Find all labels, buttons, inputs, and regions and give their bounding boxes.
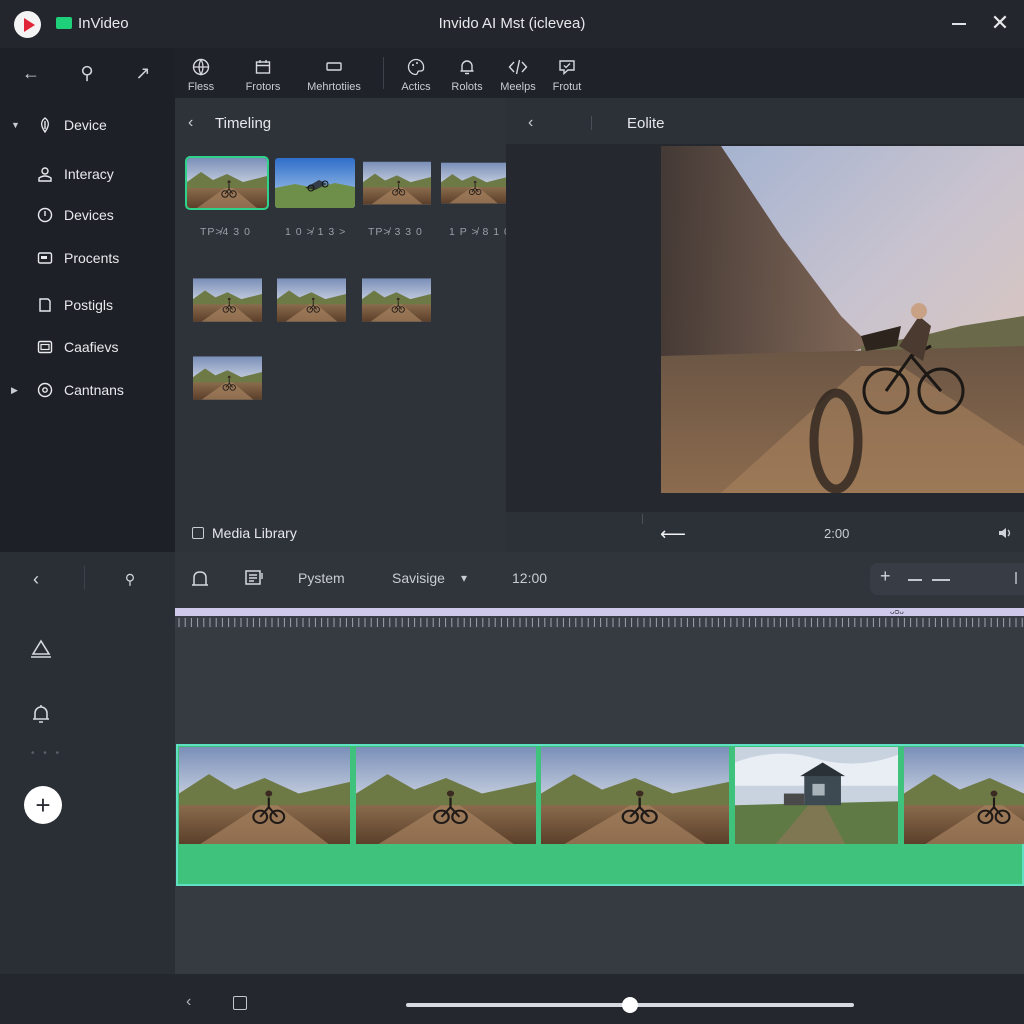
sidebar-item-devices[interactable]: Devices [0, 199, 175, 231]
bell-icon [457, 57, 477, 77]
sidebar-item-label: Cantnans [64, 382, 124, 398]
close-button[interactable]: ✕ [988, 11, 1012, 35]
nav-back-icon[interactable]: ← [16, 60, 46, 86]
settings-icon [36, 381, 54, 399]
lock-icon[interactable] [186, 564, 214, 592]
media-thumbnail[interactable] [362, 275, 431, 325]
code-icon [508, 57, 528, 77]
preview-controls [506, 512, 1024, 552]
timeline-clip[interactable] [904, 747, 1024, 844]
library-icon [192, 527, 204, 539]
media-library-label[interactable]: Media Library [212, 525, 297, 541]
zoom-fit-button[interactable] [932, 579, 950, 581]
media-thumbnail[interactable] [193, 275, 262, 325]
more-dots: • • • [31, 748, 63, 759]
sidebar-item-label: Postigls [64, 297, 114, 313]
thumbnail-caption: 1 0 ≯ 1 3 ˃ [285, 226, 347, 238]
rewind-button[interactable]: ⟵ [660, 524, 686, 545]
toolbar-meelps[interactable]: Meelps [497, 52, 539, 96]
caret-right-icon: ▶ [11, 384, 18, 395]
sidebar-item-label: Interacy [64, 166, 114, 182]
subtitles-icon[interactable] [240, 564, 268, 592]
sidebar-item-label: Devices [64, 207, 114, 223]
media-back-icon[interactable]: ‹ [188, 114, 193, 132]
toolbar-actics[interactable]: Actics [397, 52, 435, 96]
thumbnail-caption: 1 P ≯ 8 1 0 [449, 226, 511, 238]
card-icon [36, 249, 54, 267]
toolbar-mehrtotiies[interactable]: Mehrtotiies [302, 52, 366, 96]
timeline-clip[interactable] [356, 747, 536, 844]
caption-icon [36, 338, 54, 356]
sidebar-item-interacy[interactable]: Interacy [0, 158, 175, 190]
timeline-clip[interactable] [179, 747, 350, 844]
zoom-out-button[interactable] [908, 579, 922, 581]
pen-icon[interactable]: ⚲ [116, 565, 144, 593]
device-icon [36, 116, 54, 134]
media-panel-title: Timeling [215, 115, 272, 132]
user-icon [36, 165, 54, 183]
track-tools-panel [0, 552, 175, 974]
preview-divider [591, 116, 592, 130]
nav-search-icon[interactable]: ⚲ [72, 60, 102, 86]
bell-tool-icon[interactable] [27, 700, 55, 728]
tracks-back-icon[interactable]: ‹ [22, 565, 50, 593]
preview-header [506, 98, 1024, 144]
clock-icon [36, 206, 54, 224]
chevron-down-icon[interactable]: ▾ [461, 571, 467, 585]
caret-down-icon: ▼ [11, 120, 20, 130]
preview-tick [642, 514, 643, 524]
media-thumbnail[interactable] [277, 275, 346, 325]
sidebar-item-device[interactable]: ▼ Device [0, 109, 175, 141]
bottom-bar [0, 974, 1024, 1024]
tools-divider [84, 566, 85, 590]
toolbar-divider [383, 57, 384, 89]
toolbar-files[interactable]: Fless [183, 52, 219, 96]
calendar-icon [253, 57, 273, 77]
timeline-dropdown[interactable]: Savisige [392, 570, 445, 586]
timeline-timecode: 12:00 [512, 570, 548, 586]
media-thumbnail[interactable] [363, 158, 431, 208]
toolbar-frotut[interactable]: Frotut [548, 52, 586, 96]
preview-timecode: 2:00 [824, 526, 850, 541]
doc-icon [36, 296, 54, 314]
preview-video[interactable] [661, 146, 1024, 493]
thumbnail-caption: TP≯ 3 3 0 [368, 226, 423, 238]
toolbar-rolots[interactable]: Rolots [448, 52, 486, 96]
sidebar-item-procents[interactable]: Procents [0, 242, 175, 274]
sidebar-item-caafievs[interactable]: Caafievs [0, 331, 175, 363]
timeline-clip[interactable] [541, 747, 729, 844]
palette-icon [406, 57, 426, 77]
bottom-back-icon[interactable]: ‹ [186, 993, 191, 1011]
preview-title: Eolite [627, 115, 665, 132]
media-thumbnail[interactable] [185, 156, 269, 210]
zoom-in-button[interactable]: + [880, 566, 891, 587]
media-thumbnail[interactable] [193, 354, 262, 402]
nav-forward-icon[interactable]: ↗ [128, 60, 158, 86]
sidebar-item-label: Caafievs [64, 339, 119, 355]
minimize-button[interactable] [948, 10, 970, 36]
chat-icon [557, 57, 577, 77]
globe-icon [191, 57, 211, 77]
media-thumbnail[interactable] [275, 158, 355, 208]
export-icon[interactable] [233, 996, 247, 1010]
preview-back-icon[interactable]: ‹ [528, 114, 533, 132]
eraser-icon[interactable] [27, 634, 55, 662]
sidebar-item-label: Device [64, 117, 107, 133]
sidebar-item-cantnans[interactable]: ▶ Cantnans [0, 374, 175, 406]
thumbnail-caption: TP≯4 3 0 [200, 226, 251, 238]
timeline-label[interactable]: Pystem [298, 570, 345, 586]
scrub-handle[interactable] [622, 997, 638, 1013]
media-thumbnail[interactable] [441, 158, 506, 208]
toolbar-frotors[interactable]: Frotors [240, 52, 286, 96]
window-title: Invido AI Mst (iclevea) [438, 15, 586, 32]
sidebar-item-label: Procents [64, 250, 120, 266]
sidebar-item-postigls[interactable]: Postigls [0, 289, 175, 321]
panel-collapse-handle[interactable] [1015, 572, 1024, 584]
volume-icon[interactable] [998, 526, 1012, 538]
add-track-button[interactable]: + [24, 786, 62, 824]
playhead-marker[interactable]: ᴗᴑᴗ [890, 607, 904, 616]
monitor-icon [324, 57, 344, 77]
timeline-clip[interactable] [735, 747, 898, 844]
